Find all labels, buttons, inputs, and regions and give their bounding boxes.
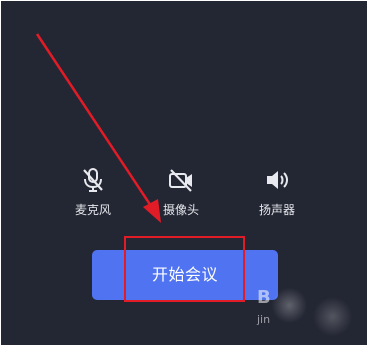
start-meeting-button[interactable]: 开始会议 bbox=[92, 250, 278, 300]
meeting-screen: 麦克风 摄像头 扬声器 开始会议 B jin bbox=[1, 1, 367, 345]
camera-toggle[interactable]: 摄像头 bbox=[141, 166, 221, 218]
microphone-muted-icon bbox=[83, 168, 103, 192]
speaker-toggle[interactable]: 扬声器 bbox=[237, 166, 317, 218]
microphone-label: 麦克风 bbox=[74, 203, 111, 217]
microphone-toggle[interactable]: 麦克风 bbox=[53, 166, 133, 218]
speaker-label: 扬声器 bbox=[258, 203, 295, 217]
camera-label: 摄像头 bbox=[162, 203, 199, 217]
watermark-text-bottom: jin bbox=[257, 313, 271, 326]
camera-off-icon bbox=[169, 169, 192, 192]
speaker-icon bbox=[267, 171, 288, 189]
device-controls: 麦克风 摄像头 扬声器 bbox=[1, 166, 367, 226]
